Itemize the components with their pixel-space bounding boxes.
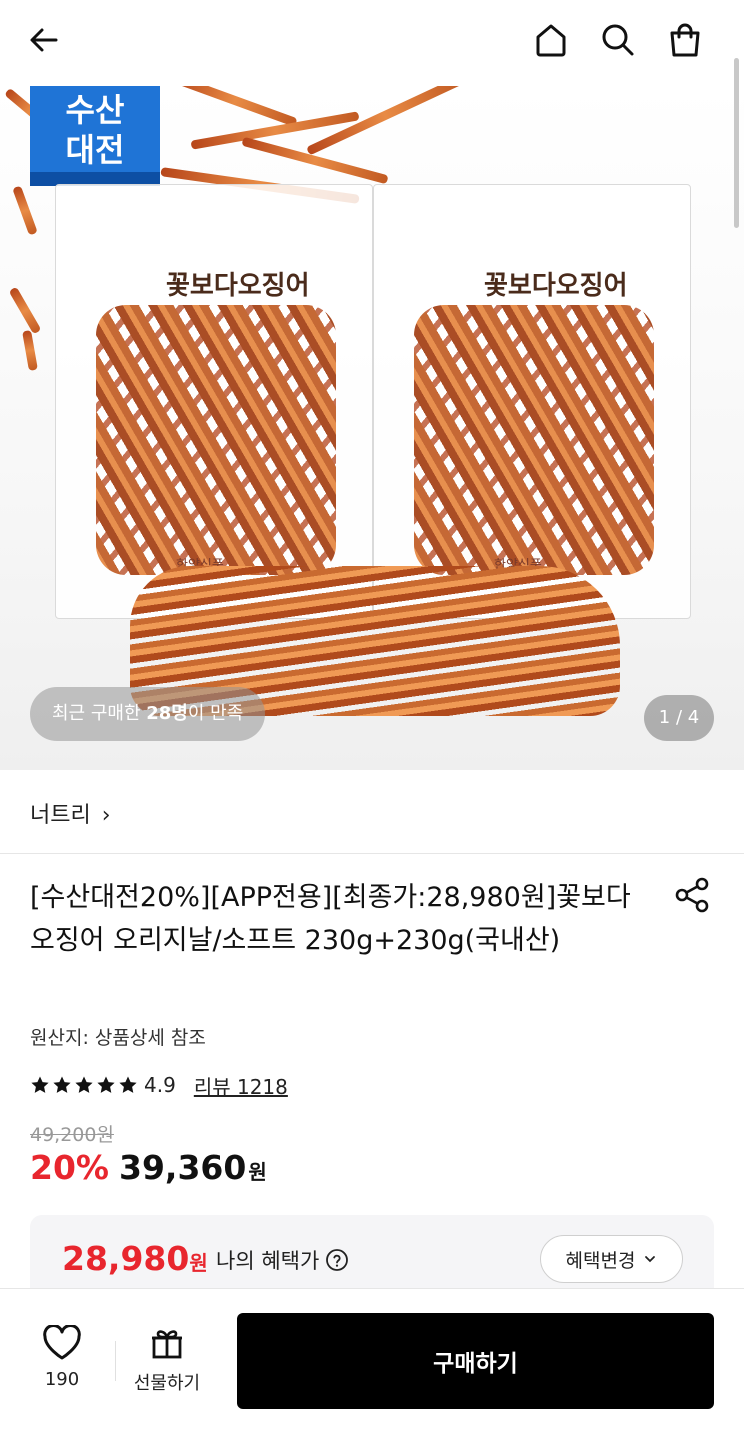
- product-title-block: [수산대전20%][APP전용][최종가:28,980원]꽃보다오징어 오리지날…: [30, 876, 640, 962]
- star-icon: [119, 1076, 137, 1093]
- bottom-action-bar: 190 선물하기 구매하기: [0, 1288, 744, 1440]
- share-button[interactable]: [670, 874, 714, 918]
- product-title: [수산대전20%][APP전용][최종가:28,980원]꽃보다오징어 오리지날…: [30, 882, 631, 956]
- scrollbar[interactable]: [734, 58, 739, 228]
- bag-brand-logo: 꽃보다오징어: [166, 271, 310, 301]
- benefit-price-value: 28,980: [62, 1239, 190, 1278]
- rating-row: 4.9 리뷰 1218: [30, 1071, 288, 1099]
- product-bag-right: 꽃보다오징어 한양식품: [373, 184, 691, 619]
- cart-button[interactable]: [663, 18, 707, 62]
- star-icon: [97, 1076, 115, 1093]
- shopping-bag-icon: [670, 23, 700, 57]
- benefit-label-row: 나의 혜택가: [216, 1245, 349, 1275]
- satisfaction-pill: 최근 구매한 28명이 만족: [30, 687, 266, 741]
- like-button[interactable]: 190: [22, 1323, 102, 1401]
- benefit-label: 나의 혜택가: [216, 1249, 320, 1273]
- star-icon: [31, 1076, 49, 1093]
- bag-squid-pile: [96, 305, 336, 575]
- price-row: 20% 39,360 원: [30, 1148, 267, 1192]
- image-pager: 1 / 4: [644, 695, 714, 741]
- gift-button[interactable]: 선물하기: [126, 1325, 208, 1401]
- benefit-change-label: 혜택변경: [565, 1249, 636, 1272]
- sale-price: 39,360: [119, 1148, 247, 1187]
- home-icon: [536, 24, 566, 57]
- arrow-left-icon: [30, 28, 58, 52]
- star-icon: [75, 1076, 93, 1093]
- buy-button[interactable]: 구매하기: [237, 1313, 714, 1409]
- gift-label: 선물하기: [133, 1373, 201, 1394]
- seafood-festival-badge: 수산 대전: [30, 86, 160, 186]
- currency-unit: 원: [248, 1160, 267, 1184]
- satisfaction-suffix: 이 만족: [187, 703, 244, 724]
- top-navigation-bar: [0, 0, 744, 80]
- back-button[interactable]: [22, 18, 66, 62]
- bag-squid-pile: [414, 305, 654, 575]
- store-link[interactable]: 너트리 ›: [0, 770, 744, 854]
- review-link[interactable]: 리뷰 1218: [194, 1071, 288, 1100]
- satisfaction-prefix: 최근 구매한: [52, 703, 147, 724]
- bag-brand-logo: 꽃보다오징어: [484, 271, 628, 301]
- original-price: 49,200원: [30, 1124, 114, 1146]
- gift-icon: [152, 1330, 182, 1359]
- chevron-right-icon: ›: [101, 803, 111, 828]
- badge-line-2: 대전: [65, 131, 125, 169]
- benefit-price: 28,980원: [62, 1239, 208, 1278]
- store-name-row[interactable]: 너트리 ›: [30, 797, 111, 829]
- chevron-down-icon: [645, 1256, 656, 1263]
- share-icon: [675, 877, 709, 913]
- product-bag-left: 꽃보다오징어 한양식품: [55, 184, 373, 619]
- benefit-change-button[interactable]: 혜택변경: [540, 1235, 683, 1283]
- store-name: 너트리: [30, 803, 91, 828]
- star-rating: [30, 1075, 138, 1095]
- discount-rate: 20%: [30, 1148, 109, 1187]
- home-button[interactable]: [529, 18, 573, 62]
- satisfaction-count: 28명: [146, 703, 188, 724]
- heart-icon: [43, 1323, 81, 1360]
- help-icon[interactable]: [325, 1248, 349, 1272]
- origin-info: 원산지: 상품상세 참조: [30, 1027, 206, 1049]
- product-image-carousel[interactable]: 수산 대전 꽃보다오징어 한양식품 꽃보다오징어 한양식품 최근 구매한 28명…: [0, 86, 744, 770]
- benefit-currency: 원: [189, 1251, 208, 1275]
- search-button[interactable]: [596, 18, 640, 62]
- like-count: 190: [44, 1369, 80, 1390]
- rating-value: 4.9: [144, 1073, 176, 1097]
- search-icon: [602, 24, 634, 56]
- bottom-divider: [115, 1341, 116, 1381]
- badge-line-1: 수산: [65, 91, 125, 129]
- star-icon: [53, 1076, 71, 1093]
